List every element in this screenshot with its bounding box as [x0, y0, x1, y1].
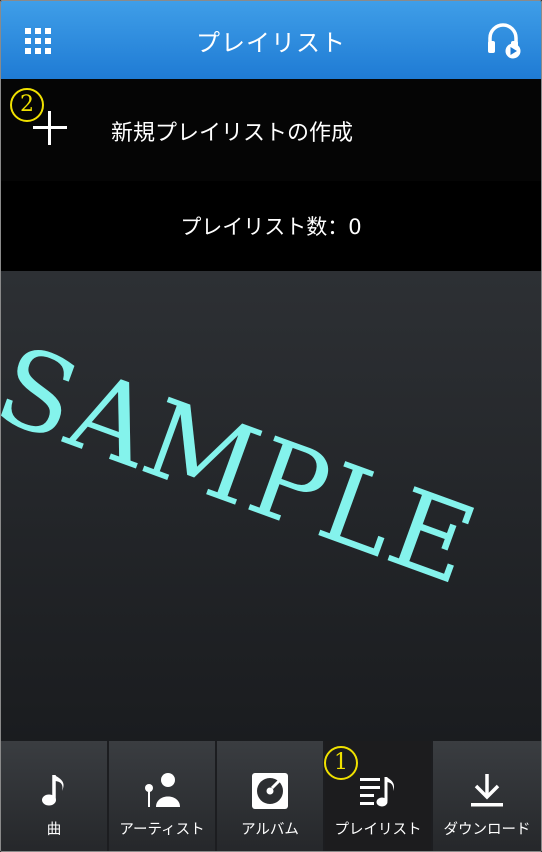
artist-icon	[140, 769, 184, 813]
annotation-badge-1: 1	[324, 746, 358, 780]
playlist-count-text: プレイリスト数：0	[180, 215, 362, 239]
nav-item-albums[interactable]: アルバム	[217, 741, 325, 851]
nav-label: プレイリスト	[334, 822, 422, 838]
download-icon	[465, 769, 509, 813]
create-playlist-label: 新規プレイリストの作成	[111, 121, 354, 146]
annotation-badge-2: 2	[10, 88, 44, 122]
app-header: プレイリスト	[1, 1, 541, 79]
page-title: プレイリスト	[196, 28, 346, 57]
nav-label: アルバム	[241, 822, 299, 838]
nav-item-downloads[interactable]: ダウンロード	[433, 741, 541, 851]
playlist-count-row: プレイリスト数：0	[1, 181, 541, 271]
nav-label: 曲	[46, 822, 62, 838]
create-playlist-button[interactable]: 新規プレイリストの作成	[1, 79, 541, 181]
music-note-icon	[32, 769, 76, 813]
nav-item-artists[interactable]: アーティスト	[109, 741, 217, 851]
bottom-nav: 曲 アーティスト アルバム プレイリスト ダウンロード	[1, 741, 541, 851]
app-frame: プレイリスト 新規プレイリストの作成 2 プレイリスト数：0 SAMPLE 曲 …	[0, 0, 542, 852]
nav-item-songs[interactable]: 曲	[1, 741, 109, 851]
album-icon	[248, 769, 292, 813]
grid-menu-icon[interactable]	[23, 26, 53, 56]
playlist-icon	[356, 769, 400, 813]
nav-label: アーティスト	[119, 822, 205, 838]
headphones-play-icon[interactable]	[485, 21, 523, 59]
nav-label: ダウンロード	[443, 822, 531, 838]
